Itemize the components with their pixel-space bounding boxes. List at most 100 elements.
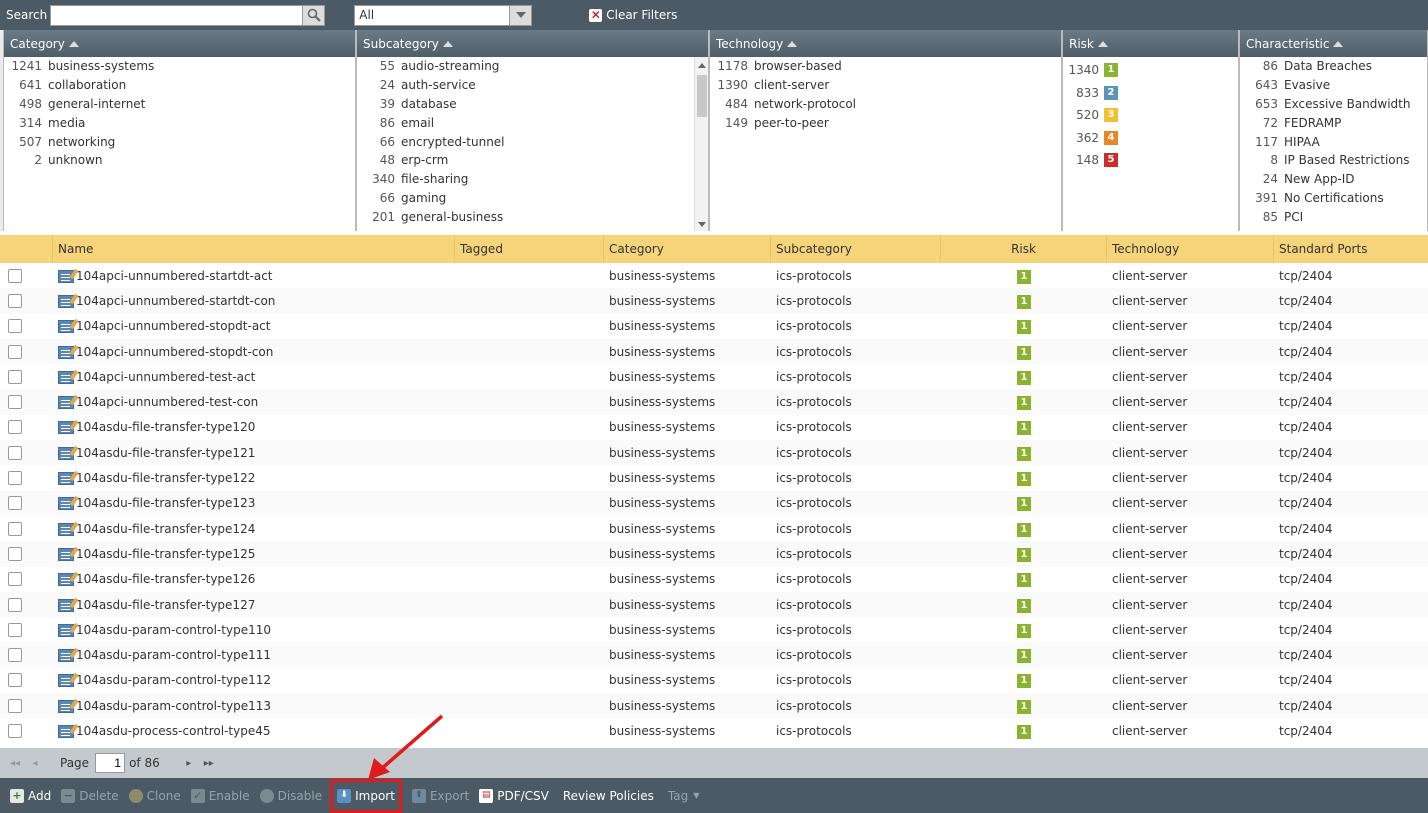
prev-page-icon[interactable]: ◂ xyxy=(28,756,42,770)
subcategory-filter-item[interactable]: 39 database xyxy=(357,95,708,114)
row-checkbox[interactable] xyxy=(8,546,22,561)
filter-select[interactable]: All xyxy=(354,4,533,26)
risk-filter-item[interactable]: 148 5 xyxy=(1063,149,1238,172)
column-header-tagged[interactable]: Tagged xyxy=(455,235,604,263)
technology-filter-item[interactable]: 484 network-protocol xyxy=(710,95,1061,114)
row-checkbox[interactable] xyxy=(8,597,22,612)
row-checkbox[interactable] xyxy=(8,319,22,334)
subcategory-filter-item[interactable]: 86 email xyxy=(357,113,708,132)
risk-filter-item[interactable]: 520 3 xyxy=(1063,104,1238,127)
app-name-link[interactable]: 104apci-unnumbered-test-con xyxy=(76,395,258,409)
row-checkbox[interactable] xyxy=(8,572,22,587)
scroll-up-icon[interactable] xyxy=(698,63,706,68)
app-name-link[interactable]: 104asdu-file-transfer-type122 xyxy=(76,471,255,485)
app-name-link[interactable]: 104asdu-file-transfer-type120 xyxy=(76,420,255,434)
app-name-link[interactable]: 104apci-unnumbered-stopdt-act xyxy=(76,319,270,333)
subcategory-filter-item[interactable]: 48 erp-crm xyxy=(357,151,708,170)
characteristic-filter-item[interactable]: 8 IP Based Restrictions xyxy=(1240,151,1427,170)
table-row[interactable]: 104asdu-file-transfer-type122 business-sy… xyxy=(0,465,1428,491)
clear-filters-button[interactable]: ✕ Clear Filters xyxy=(589,8,677,22)
row-checkbox[interactable] xyxy=(8,395,22,410)
row-checkbox[interactable] xyxy=(8,268,22,283)
category-filter-header[interactable]: Category xyxy=(4,30,355,57)
column-header-standard-ports[interactable]: Standard Ports xyxy=(1274,235,1428,263)
table-row[interactable]: 104asdu-process-control-type45 business-s… xyxy=(0,718,1428,744)
subcategory-filter-header[interactable]: Subcategory xyxy=(357,30,708,57)
table-row[interactable]: 104asdu-file-transfer-type120 business-sy… xyxy=(0,414,1428,441)
subcategory-filter-item[interactable]: 66 encrypted-tunnel xyxy=(357,132,708,151)
row-checkbox[interactable] xyxy=(8,344,22,359)
table-row[interactable]: 104asdu-file-transfer-type121 business-sy… xyxy=(0,440,1428,466)
import-button[interactable]: ⬇ Import xyxy=(330,778,402,813)
characteristic-filter-item[interactable]: 643 Evasive xyxy=(1240,76,1427,95)
column-header-technology[interactable]: Technology xyxy=(1107,235,1274,263)
subcategory-filter-item[interactable]: 340 file-sharing xyxy=(357,170,708,189)
first-page-icon[interactable]: ◂◂ xyxy=(8,756,22,770)
app-name-link[interactable]: 104asdu-file-transfer-type124 xyxy=(76,522,255,536)
search-button[interactable] xyxy=(303,4,326,26)
export-button[interactable]: ⬆ Export xyxy=(411,785,469,807)
clone-button[interactable]: Clone xyxy=(128,785,181,807)
category-filter-item[interactable]: 1241 business-systems xyxy=(4,57,355,76)
app-name-link[interactable]: 104apci-unnumbered-stopdt-con xyxy=(76,345,273,359)
last-page-icon[interactable]: ▸▸ xyxy=(202,756,216,770)
subcategory-filter-item[interactable]: 66 gaming xyxy=(357,189,708,208)
row-checkbox[interactable] xyxy=(8,471,22,486)
app-name-link[interactable]: 104asdu-param-control-type112 xyxy=(76,673,271,687)
risk-filter-header[interactable]: Risk xyxy=(1063,30,1238,57)
delete-button[interactable]: − Delete xyxy=(61,785,119,807)
app-name-link[interactable]: 104apci-unnumbered-startdt-con xyxy=(76,294,275,308)
characteristic-filter-item[interactable]: 24 New App-ID xyxy=(1240,170,1427,189)
technology-filter-item[interactable]: 1390 client-server xyxy=(710,76,1061,95)
table-row[interactable]: 104asdu-param-control-type111 business-sy… xyxy=(0,642,1428,668)
category-filter-item[interactable]: 641 collaboration xyxy=(4,76,355,95)
table-row[interactable]: 104apci-unnumbered-stopdt-act business-sy… xyxy=(0,313,1428,339)
table-row[interactable]: 104asdu-file-transfer-type123 business-sy… xyxy=(0,490,1428,516)
risk-filter-item[interactable]: 1340 1 xyxy=(1063,59,1238,82)
subcategory-filter-item[interactable]: 55 audio-streaming xyxy=(357,57,708,76)
category-filter-item[interactable]: 2 unknown xyxy=(4,151,355,170)
category-filter-item[interactable]: 507 networking xyxy=(4,132,355,151)
next-page-icon[interactable]: ▸ xyxy=(182,756,196,770)
table-row[interactable]: 104apci-unnumbered-startdt-con business-s… xyxy=(0,288,1428,314)
app-name-link[interactable]: 104asdu-file-transfer-type121 xyxy=(76,446,255,460)
column-header-name[interactable]: Name xyxy=(53,235,455,263)
app-name-link[interactable]: 104asdu-param-control-type110 xyxy=(76,623,271,637)
enable-button[interactable]: ✓ Enable xyxy=(190,785,250,807)
page-number-input[interactable] xyxy=(95,753,126,773)
subcategory-filter-item[interactable]: 201 general-business xyxy=(357,207,708,226)
row-checkbox[interactable] xyxy=(8,496,22,511)
table-row[interactable]: 104asdu-file-transfer-type127 business-sy… xyxy=(0,591,1428,618)
app-name-link[interactable]: 104asdu-file-transfer-type123 xyxy=(76,496,255,510)
app-name-link[interactable]: 104asdu-file-transfer-type126 xyxy=(76,572,255,586)
app-name-link[interactable]: 104asdu-file-transfer-type127 xyxy=(76,598,255,612)
row-checkbox[interactable] xyxy=(8,293,22,308)
characteristic-filter-item[interactable]: 117 HIPAA xyxy=(1240,132,1427,151)
table-row[interactable]: 104apci-unnumbered-stopdt-con business-sy… xyxy=(0,338,1428,365)
row-checkbox[interactable] xyxy=(8,622,22,637)
table-row[interactable]: 104apci-unnumbered-test-con business-syst… xyxy=(0,389,1428,415)
column-header-risk[interactable]: Risk xyxy=(941,235,1107,263)
search-input[interactable] xyxy=(50,4,304,26)
technology-filter-header[interactable]: Technology xyxy=(710,30,1061,57)
table-row[interactable]: 104apci-unnumbered-test-act business-syst… xyxy=(0,364,1428,390)
technology-filter-item[interactable]: 149 peer-to-peer xyxy=(710,113,1061,132)
row-checkbox[interactable] xyxy=(8,698,22,713)
characteristic-filter-item[interactable]: 85 PCI xyxy=(1240,207,1427,226)
characteristic-filter-item[interactable]: 72 FEDRAMP xyxy=(1240,113,1427,132)
pdf-csv-button[interactable]: ▤ PDF/CSV xyxy=(479,785,549,807)
characteristic-filter-item[interactable]: 653 Excessive Bandwidth xyxy=(1240,95,1427,114)
disable-button[interactable]: Disable xyxy=(259,785,322,807)
column-header-category[interactable]: Category xyxy=(604,235,771,263)
row-checkbox[interactable] xyxy=(8,420,22,435)
app-name-link[interactable]: 104asdu-param-control-type111 xyxy=(76,648,271,662)
characteristic-filter-item[interactable]: 391 No Certifications xyxy=(1240,189,1427,208)
row-checkbox[interactable] xyxy=(8,723,22,738)
app-name-link[interactable]: 104apci-unnumbered-startdt-act xyxy=(76,269,273,283)
app-name-link[interactable]: 104apci-unnumbered-test-act xyxy=(76,370,255,384)
category-filter-item[interactable]: 314 media xyxy=(4,113,355,132)
subcategory-scrollbar[interactable] xyxy=(694,57,708,231)
subcategory-filter-item[interactable]: 24 auth-service xyxy=(357,76,708,95)
app-name-link[interactable]: 104asdu-file-transfer-type125 xyxy=(76,547,255,561)
app-name-link[interactable]: 104asdu-process-control-type45 xyxy=(76,724,271,738)
